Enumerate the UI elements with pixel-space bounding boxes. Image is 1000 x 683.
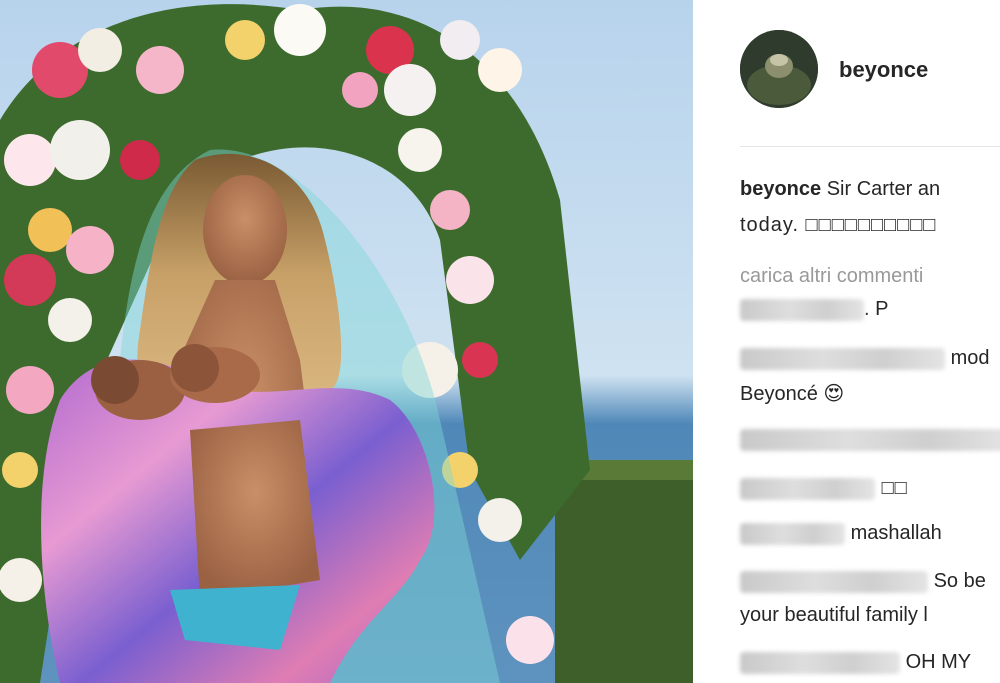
- comment-continuation: your beautiful family l: [740, 604, 928, 626]
- comment-text: mashallah: [850, 522, 942, 544]
- post-photo-illustration: [0, 0, 693, 683]
- post-side-panel: beyonce beyonce Sir Carter an today. □□□…: [693, 0, 1000, 683]
- caption-text: Sir Carter an: [826, 178, 941, 200]
- blurred-username: [740, 570, 928, 593]
- blurred-username: [740, 428, 1000, 451]
- caption-username[interactable]: beyonce: [740, 178, 821, 200]
- comment: So be: [740, 570, 986, 593]
- avatar[interactable]: [740, 30, 818, 108]
- load-more-comments-link[interactable]: carica altri commenti: [740, 265, 923, 288]
- comment-text: mod: [950, 347, 990, 369]
- comment-text: So be: [933, 570, 986, 592]
- blurred-username: [740, 522, 845, 545]
- comment: . P: [740, 298, 888, 321]
- comment: OH MY: [740, 651, 971, 674]
- comment: [740, 428, 1000, 451]
- blurred-username: [740, 477, 875, 500]
- comment-text: OH MY: [905, 651, 972, 673]
- blurred-username: [740, 651, 900, 674]
- comment: mod: [740, 347, 989, 370]
- post-header: beyonce: [740, 30, 1000, 108]
- comment: mashallah: [740, 522, 942, 545]
- blurred-username: [740, 347, 945, 370]
- comment-continuation: Beyoncé 😍: [740, 383, 845, 405]
- comment-text: . P: [864, 298, 889, 320]
- blurred-username: [740, 298, 864, 321]
- comment: □□: [740, 477, 908, 500]
- caption: beyonce Sir Carter an: [740, 178, 940, 201]
- post-photo[interactable]: [0, 0, 693, 683]
- divider: [740, 146, 1000, 147]
- comment-text: □□: [881, 477, 908, 499]
- caption-line-2: today. □□□□□□□□□□: [740, 214, 937, 236]
- avatar-image: [740, 30, 818, 108]
- profile-username[interactable]: beyonce: [839, 57, 928, 83]
